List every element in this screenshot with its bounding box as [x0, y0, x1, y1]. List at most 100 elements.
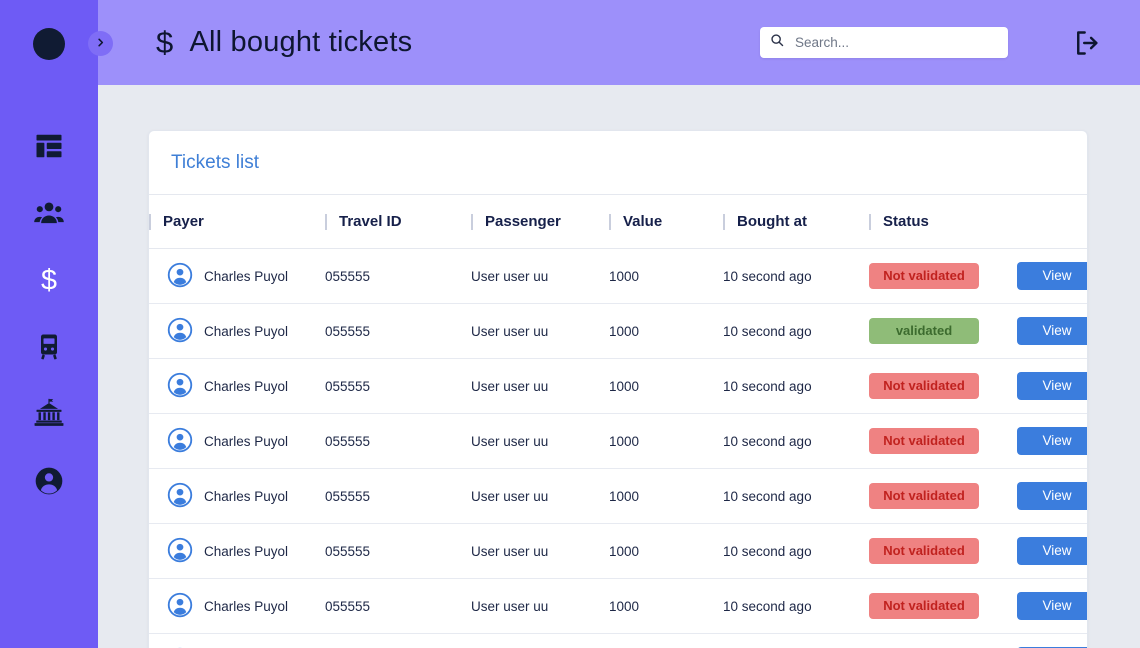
cell-travel-id: 055555 — [325, 358, 471, 414]
cell-travel-id: 055555 — [325, 413, 471, 469]
cell-action: View — [1017, 523, 1087, 579]
column-header-bought-at[interactable]: Bought at — [723, 195, 869, 249]
table-row[interactable]: Charles Puyol055555User user uu100010 se… — [149, 578, 1087, 634]
cell-payer: Charles Puyol — [149, 248, 325, 304]
table-header-row: Payer Travel ID Passenger Value Bought a — [149, 195, 1087, 249]
page-title: $ All bought tickets — [156, 25, 412, 61]
avatar-icon — [167, 537, 193, 566]
cell-passenger: User user uu — [471, 523, 609, 579]
view-button[interactable]: View — [1017, 317, 1087, 345]
view-button[interactable]: View — [1017, 372, 1087, 400]
cell-passenger: User user uu — [471, 578, 609, 634]
cell-value: 1000 — [609, 578, 723, 634]
card-title: Tickets list — [171, 151, 259, 173]
view-button[interactable]: View — [1017, 262, 1087, 290]
cell-bought-at: 10 second ago — [723, 413, 869, 469]
cell-travel-id: 055555 — [325, 468, 471, 524]
sidebar-toggle-button[interactable] — [88, 31, 113, 56]
view-button[interactable]: View — [1017, 482, 1087, 510]
column-header-payer[interactable]: Payer — [149, 195, 325, 249]
column-header-value[interactable]: Value — [609, 195, 723, 249]
cell-payer: Charles Puyol — [149, 578, 325, 634]
search-input[interactable] — [795, 35, 998, 50]
cell-passenger: User user uu — [471, 468, 609, 524]
cell-passenger: User user uu — [471, 633, 609, 648]
table-row[interactable]: Charles Puyol 055555User user uu100010 se… — [149, 523, 1087, 579]
chevron-right-icon — [95, 35, 106, 53]
table-row[interactable]: Charles Puyol055555User user uu100010 se… — [149, 633, 1087, 648]
status-badge: Not validated — [869, 372, 979, 400]
app-root: $ $ All bought tickets Search... Tickets… — [0, 0, 1140, 648]
tickets-card: Tickets list Payer Travel ID Passenger V… — [148, 130, 1088, 648]
status-badge: Not validated — [869, 482, 979, 510]
status-badge: Not validated — [869, 427, 979, 455]
payer-name: Charles Puyol — [204, 268, 289, 284]
avatar-icon — [167, 317, 193, 346]
cell-value: 1000 — [609, 468, 723, 524]
payer-name: Charles Puyol — [204, 488, 289, 504]
column-header-status[interactable]: Status — [869, 195, 1017, 249]
cell-status: Not validated — [869, 633, 1017, 648]
cell-action: View — [1017, 303, 1087, 359]
cell-travel-id: 055555 — [325, 523, 471, 579]
logout-icon — [1073, 31, 1101, 61]
cell-value: 1000 — [609, 303, 723, 359]
cell-payer: Charles Puyol — [149, 413, 325, 469]
cell-payer: Charles Puyol — [149, 303, 325, 359]
svg-text:$: $ — [41, 265, 57, 295]
payer-name: Charles Puyol — [204, 433, 289, 449]
sidebar-item-account[interactable] — [0, 447, 98, 514]
column-header-passenger[interactable]: Passenger — [471, 195, 609, 249]
sidebar-item-trains[interactable] — [0, 313, 98, 380]
cell-value: 1000 — [609, 523, 723, 579]
table-head: Payer Travel ID Passenger Value Bought a — [149, 195, 1087, 249]
cell-bought-at: 10 second ago — [723, 523, 869, 579]
view-button[interactable]: View — [1017, 537, 1087, 565]
page-title-text: All bought tickets — [189, 26, 413, 58]
brand-logo[interactable] — [33, 28, 65, 60]
status-badge: Not validated — [869, 262, 979, 290]
table-row[interactable]: Charles Puyol055555User user uu100010 se… — [149, 468, 1087, 524]
cell-action: View — [1017, 248, 1087, 304]
sidebar-item-users[interactable] — [0, 179, 98, 246]
table-body: Charles Puyol 055555 User user uu 1000 10 se… — [149, 248, 1087, 648]
logout-button[interactable] — [1073, 29, 1101, 62]
cell-payer: Charles Puyol — [149, 468, 325, 524]
cell-status: validated — [869, 303, 1017, 359]
avatar-icon — [167, 482, 193, 511]
cell-value: 1000 — [609, 633, 723, 648]
cell-travel-id: 055555 — [325, 578, 471, 634]
sidebar: $ — [0, 0, 98, 648]
view-button[interactable]: View — [1017, 592, 1087, 620]
cell-payer: Charles Puyol — [149, 633, 325, 648]
table-row[interactable]: Charles Puyol055555User user uu100010 se… — [149, 358, 1087, 414]
payer-name: Charles Puyol — [204, 598, 289, 614]
column-label: Payer — [149, 214, 204, 230]
cell-action: View — [1017, 413, 1087, 469]
tickets-table: Payer Travel ID Passenger Value Bought a — [149, 195, 1087, 648]
search-box[interactable] — [760, 27, 1008, 58]
column-header-travel-id[interactable]: Travel ID — [325, 195, 471, 249]
cell-bought-at: 10 second ago — [723, 633, 869, 648]
cell-passenger: User user uu — [471, 358, 609, 414]
status-badge: validated — [869, 317, 979, 345]
sidebar-item-payments[interactable]: $ — [0, 246, 98, 313]
sidebar-item-dashboard[interactable] — [0, 112, 98, 179]
cell-travel-id: 055555 — [325, 303, 471, 359]
cell-travel-id: 055555 — [325, 248, 471, 304]
search-icon — [770, 33, 784, 52]
cell-passenger: User user uu — [471, 303, 609, 359]
avatar-icon — [167, 262, 193, 291]
sidebar-item-stations[interactable] — [0, 380, 98, 447]
cell-passenger: User user uu — [471, 248, 609, 304]
train-icon — [34, 332, 64, 362]
view-button[interactable]: View — [1017, 427, 1087, 455]
payer-name: Charles Puyol — [204, 543, 289, 559]
cell-value: 1000 — [609, 248, 723, 304]
table-row[interactable]: Charles Puyol055555User user uu100010 se… — [149, 248, 1087, 304]
table-row[interactable]: Charles Puyol055555User user uu100010 se… — [149, 413, 1087, 469]
table-row[interactable]: Charles Puyol055555User user uu100010 se… — [149, 303, 1087, 359]
main-content: Tickets list Payer Travel ID Passenger V… — [98, 85, 1140, 648]
avatar-icon — [167, 427, 193, 456]
cell-travel-id: 055555 — [325, 633, 471, 648]
